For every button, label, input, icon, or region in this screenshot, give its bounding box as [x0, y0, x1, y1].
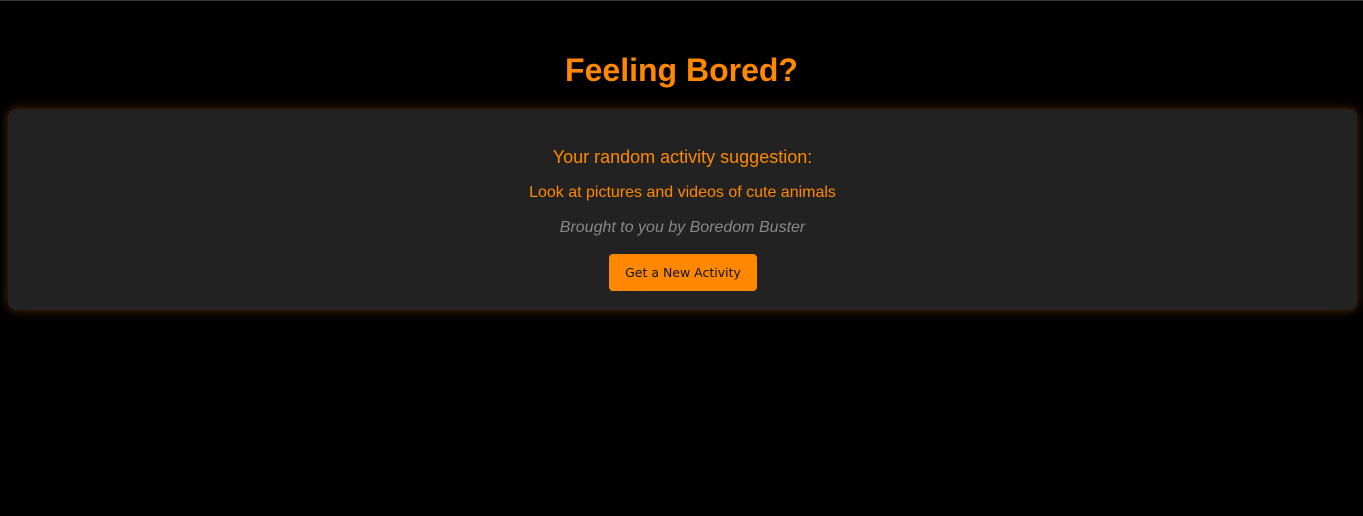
new-activity-button[interactable]: Get a New Activity — [609, 254, 757, 291]
activity-suggestion: Look at pictures and videos of cute anim… — [529, 184, 836, 201]
activity-card: Your random activity suggestion: Look at… — [8, 109, 1357, 310]
top-divider — [0, 0, 1363, 1]
credit-text: Brought to you by Boredom Buster — [559, 219, 806, 236]
suggestion-heading: Your random activity suggestion: — [552, 147, 813, 167]
page-title: Feeling Bored? — [565, 52, 798, 88]
